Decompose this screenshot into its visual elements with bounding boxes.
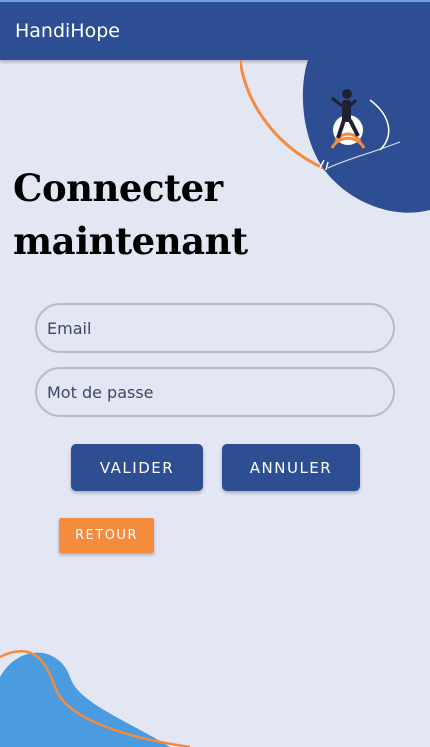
page-title-line1: Connecter — [13, 166, 223, 210]
password-field[interactable] — [35, 367, 395, 417]
page-title-line2: maintenant — [13, 219, 248, 263]
email-field[interactable] — [35, 303, 395, 353]
password-input[interactable] — [37, 369, 393, 415]
app-bar: HandiHope — [0, 0, 430, 60]
validate-button[interactable]: VALIDER — [71, 444, 203, 491]
blue-blob-bottom-icon — [0, 652, 170, 747]
page-title: Connecter maintenant — [13, 162, 313, 268]
app-title: HandiHope — [15, 20, 120, 42]
cancel-button[interactable]: ANNULER — [222, 444, 360, 491]
back-button[interactable]: RETOUR — [59, 518, 154, 553]
email-input[interactable] — [37, 305, 393, 351]
footer-decoration — [0, 649, 191, 747]
blue-blob-icon — [302, 60, 430, 213]
